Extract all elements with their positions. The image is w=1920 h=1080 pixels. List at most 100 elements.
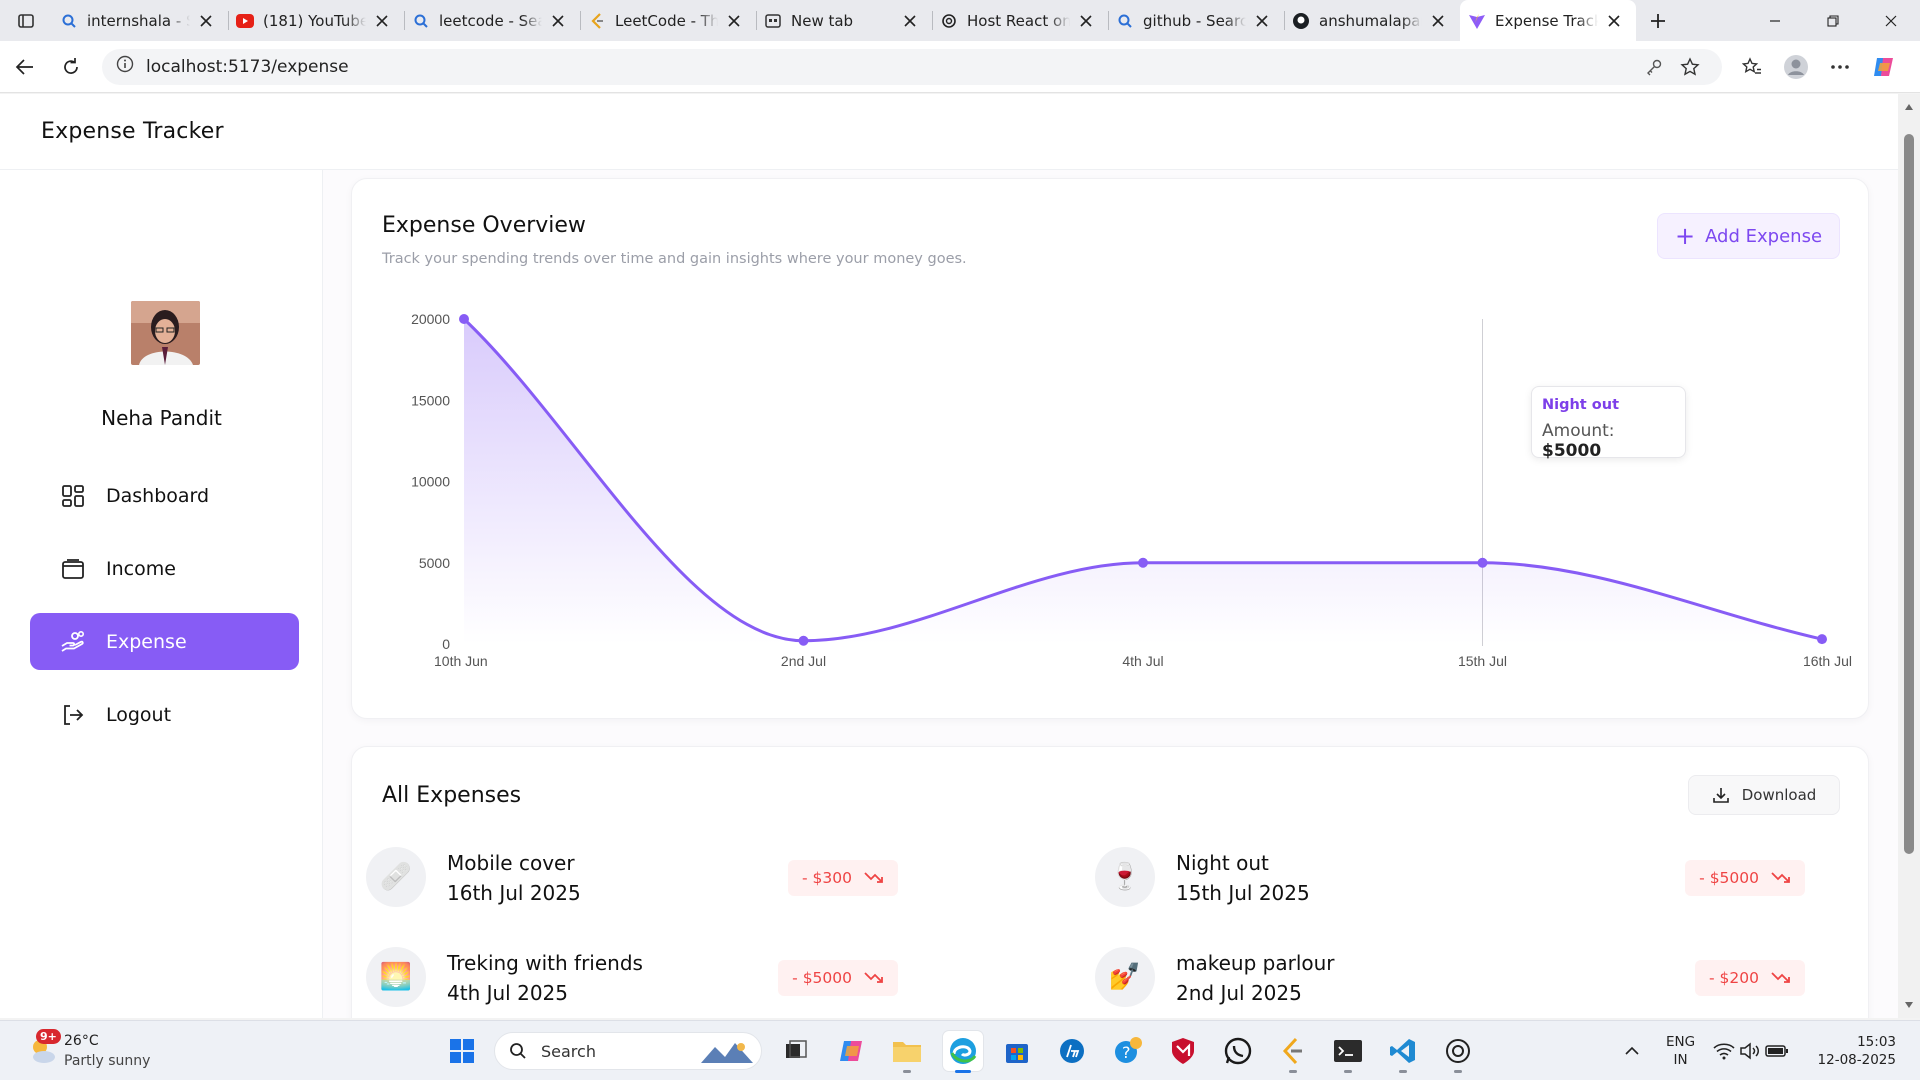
- more-options-button[interactable]: [1818, 45, 1862, 89]
- copilot-app-button[interactable]: [832, 1031, 872, 1071]
- weather-widget[interactable]: 9+ 26°C Partly sunny: [22, 1029, 172, 1073]
- expense-amount: - $5000: [1699, 869, 1759, 887]
- list-item[interactable]: 💅 makeup parlour 2nd Jul 2025 - $200: [1081, 943, 1805, 1013]
- browser-tab[interactable]: internshala - Search: [52, 0, 228, 41]
- refresh-button[interactable]: [48, 44, 94, 90]
- x-tick-label: 15th Jul: [1458, 653, 1507, 669]
- youtube-icon: [236, 12, 254, 30]
- close-window-button[interactable]: [1862, 0, 1920, 41]
- y-tick-label: 0: [442, 636, 450, 652]
- browser-tab[interactable]: github - Search: [1108, 0, 1284, 41]
- close-icon[interactable]: [196, 11, 216, 31]
- weather-condition: Partly sunny: [64, 1053, 151, 1069]
- close-icon[interactable]: [548, 11, 568, 31]
- trend-down-icon: [864, 972, 884, 984]
- sidebar-item-income[interactable]: Income: [30, 540, 299, 597]
- close-icon[interactable]: [724, 11, 744, 31]
- expense-date: 2nd Jul 2025: [1176, 981, 1302, 1005]
- list-item[interactable]: 🍷 Night out 15th Jul 2025 - $5000: [1081, 843, 1805, 913]
- sidebar-item-label: Logout: [106, 703, 172, 726]
- sidebar-item-label: Dashboard: [106, 484, 210, 507]
- whatsapp-button[interactable]: [1218, 1031, 1258, 1071]
- trend-down-icon: [1771, 972, 1791, 984]
- favorite-star-icon[interactable]: [1672, 56, 1708, 77]
- scrollbar-thumb[interactable]: [1904, 134, 1914, 854]
- openai-icon: [1446, 1039, 1470, 1063]
- tooltip-amount-line: Amount: $5000: [1542, 421, 1675, 461]
- key-icon[interactable]: [1636, 58, 1672, 76]
- sidebar-item-expense[interactable]: Expense: [30, 613, 299, 670]
- tab-title: New tab: [791, 11, 854, 30]
- close-icon[interactable]: [1076, 11, 1096, 31]
- close-icon[interactable]: [1252, 11, 1272, 31]
- search-icon: [1116, 12, 1134, 30]
- browser-tab[interactable]: (181) YouTube: [228, 0, 404, 41]
- close-icon[interactable]: [900, 11, 920, 31]
- system-tray-status[interactable]: [1706, 1031, 1796, 1071]
- more-icon: [1831, 64, 1849, 69]
- language-indicator[interactable]: ENG IN: [1666, 1033, 1695, 1069]
- sidebar-item-logout[interactable]: Logout: [30, 686, 299, 743]
- avatar-icon: [1784, 54, 1808, 79]
- list-item[interactable]: 🌅 Treking with friends 4th Jul 2025 - $5…: [352, 943, 1062, 1013]
- browser-tab[interactable]: leetcode - Search: [404, 0, 580, 41]
- profile-button[interactable]: [1774, 45, 1818, 89]
- browser-tab[interactable]: LeetCode - The World's Leading: [580, 0, 756, 41]
- favorites-icon: [1742, 56, 1761, 74]
- new-tab-button[interactable]: [1636, 0, 1680, 41]
- url-field[interactable]: localhost:5173/expense: [102, 48, 1722, 85]
- download-button[interactable]: Download: [1688, 775, 1840, 815]
- leetcode-app-button[interactable]: [1273, 1031, 1313, 1073]
- chatgpt-button[interactable]: [1438, 1031, 1478, 1073]
- browser-tab[interactable]: New tab: [756, 0, 932, 41]
- expense-overview-card: Expense Overview Track your spending tre…: [351, 178, 1869, 719]
- store-button[interactable]: [997, 1031, 1037, 1071]
- windows-icon: [450, 1039, 474, 1063]
- mcafee-button[interactable]: [1163, 1031, 1203, 1071]
- y-tick-label: 10000: [411, 474, 450, 490]
- help-app-button[interactable]: ?: [1108, 1031, 1148, 1071]
- sidebar-item-dashboard[interactable]: Dashboard: [30, 467, 299, 524]
- page-scrollbar[interactable]: [1898, 94, 1920, 1018]
- browser-tab-active[interactable]: Expense Tracker: [1460, 0, 1636, 41]
- copilot-button[interactable]: [1862, 45, 1906, 89]
- app-header: Expense Tracker: [0, 94, 1898, 170]
- expense-name: Night out: [1176, 851, 1269, 875]
- task-view-button[interactable]: [776, 1031, 816, 1071]
- terminal-button[interactable]: [1328, 1031, 1368, 1073]
- leetcode-icon: [588, 12, 606, 30]
- svg-text:?: ?: [1122, 1043, 1131, 1062]
- close-icon[interactable]: [1428, 11, 1448, 31]
- clock[interactable]: 15:03 12-08-2025: [1816, 1033, 1896, 1069]
- hp-app-button[interactable]: [1052, 1031, 1092, 1071]
- tray-overflow-button[interactable]: [1612, 1031, 1652, 1071]
- start-button[interactable]: [442, 1031, 482, 1071]
- x-tick-label: 16th Jul: [1803, 653, 1852, 669]
- data-point: [798, 635, 809, 646]
- app-page: Expense Tracker Neha Pandit Dashboard In…: [0, 94, 1898, 1018]
- tab-title: (181) YouTube: [263, 11, 366, 30]
- back-button[interactable]: [2, 44, 48, 90]
- tab-title: anshumalapandit: [1319, 11, 1422, 30]
- tab-title: Expense Tracker: [1495, 11, 1598, 30]
- favorites-button[interactable]: [1730, 45, 1774, 89]
- expense-amount: - $200: [1709, 969, 1759, 987]
- close-icon[interactable]: [372, 11, 392, 31]
- tab-actions-button[interactable]: [0, 0, 52, 41]
- expense-amount-badge: - $300: [788, 860, 898, 896]
- site-info-icon[interactable]: [116, 55, 134, 78]
- edge-browser-button[interactable]: [943, 1031, 983, 1073]
- store-icon: [1006, 1044, 1028, 1063]
- expense-date: 16th Jul 2025: [447, 881, 581, 905]
- close-icon[interactable]: [1604, 11, 1624, 31]
- browser-tab[interactable]: Host React on Render: [932, 0, 1108, 41]
- browser-tab[interactable]: anshumalapandit: [1284, 0, 1460, 41]
- minimize-button[interactable]: [1746, 0, 1804, 41]
- taskbar-search[interactable]: Search: [494, 1032, 762, 1070]
- list-item[interactable]: 🩹 Mobile cover 16th Jul 2025 - $300: [352, 843, 1062, 913]
- vscode-button[interactable]: [1383, 1031, 1423, 1073]
- refresh-icon: [64, 57, 78, 74]
- file-explorer-button[interactable]: [887, 1031, 927, 1073]
- restore-button[interactable]: [1804, 0, 1862, 41]
- expense-amount-badge: - $5000: [778, 960, 898, 996]
